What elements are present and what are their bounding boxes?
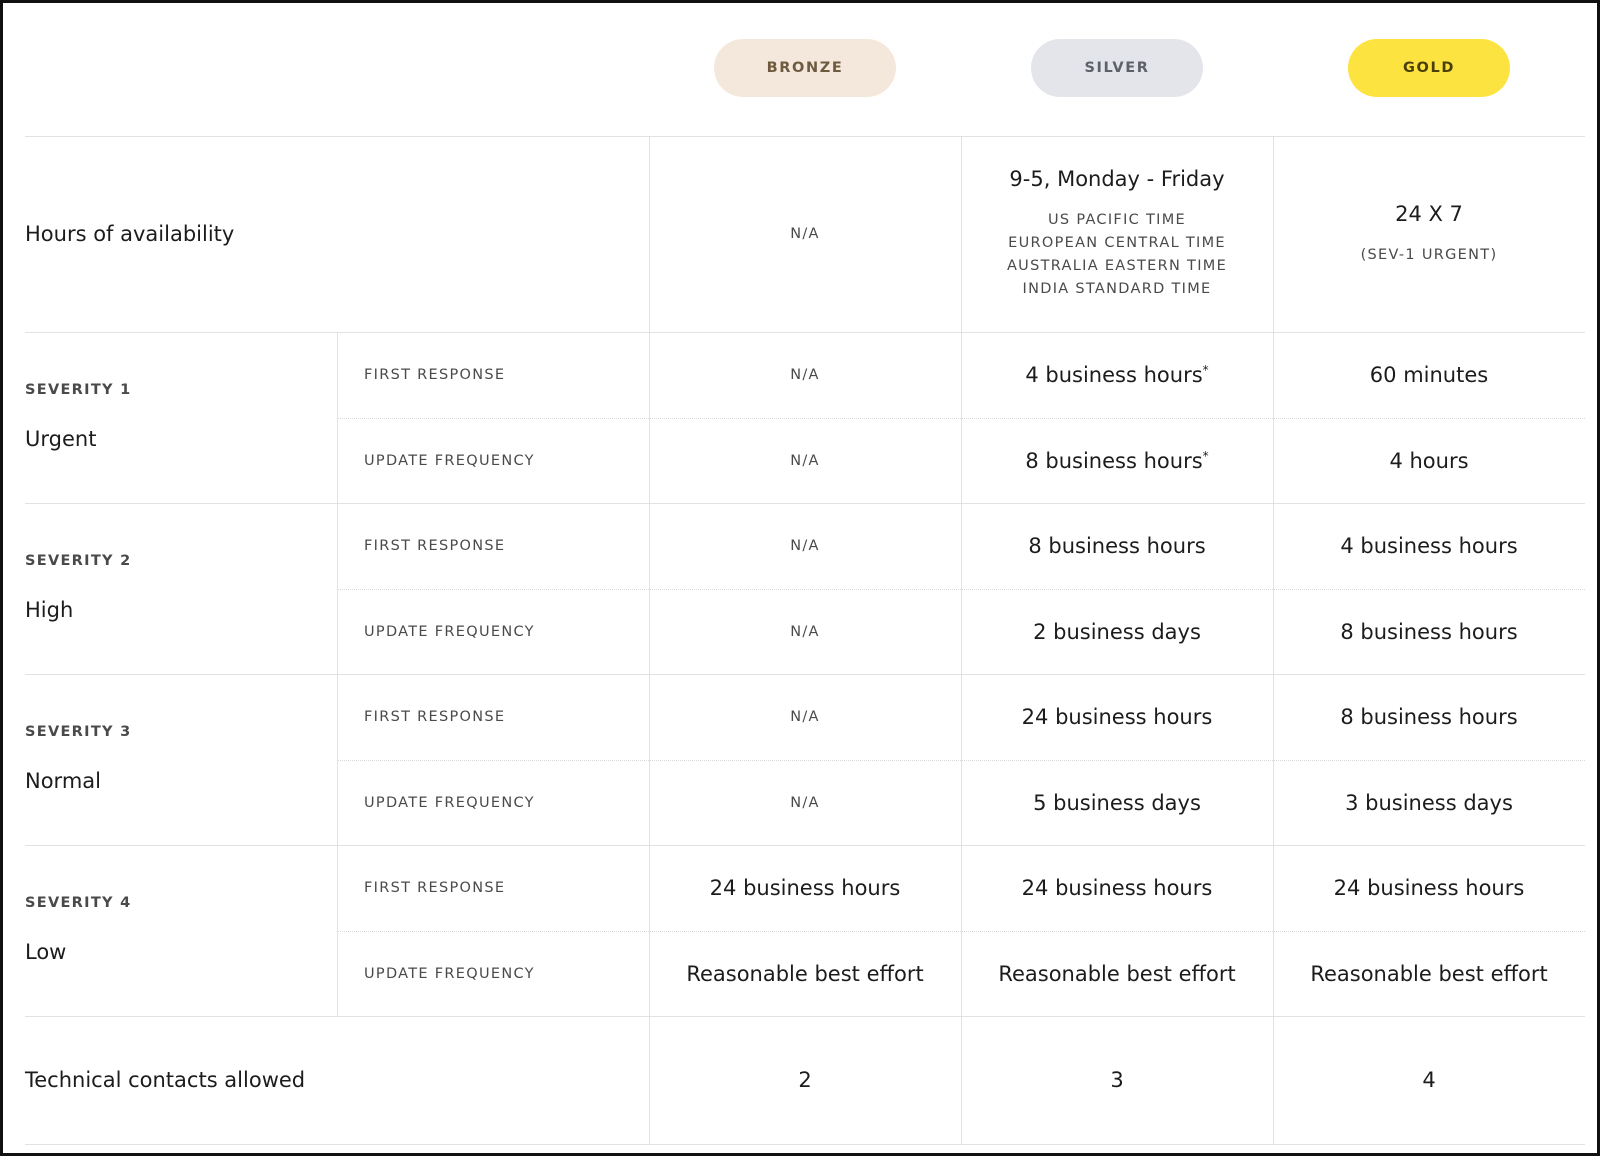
timezone-label: US PACIFIC TIME [1048, 212, 1186, 228]
sev3-first-response-gold: 8 business hours [1273, 674, 1585, 760]
metric-update-frequency: UPDATE FREQUENCY [364, 794, 535, 811]
metric-first-response: FIRST RESPONSE [364, 880, 506, 896]
value: 4 business hours [1025, 363, 1203, 387]
sev3-first-response-bronze: N/A [649, 674, 961, 760]
severity-kicker: SEVERITY 2 [25, 553, 132, 569]
sev4-update-silver: Reasonable best effort [961, 931, 1273, 1016]
value: 8 business hours [1340, 619, 1518, 644]
contacts-silver: 3 [961, 1016, 1273, 1144]
timezone-label: EUROPEAN CENTRAL TIME [1008, 235, 1226, 251]
value: Reasonable best effort [998, 961, 1236, 986]
value: 3 [1110, 1068, 1124, 1092]
na-value: N/A [790, 794, 820, 811]
sev1-update-gold: 4 hours [1273, 418, 1585, 503]
value: Reasonable best effort [1310, 961, 1548, 986]
value: 24 business hours [1021, 876, 1213, 900]
sev2-update-gold: 8 business hours [1273, 589, 1585, 674]
sev4-first-response-gold: 24 business hours [1273, 845, 1585, 931]
na-value: N/A [790, 538, 820, 554]
value: 8 business hours [1028, 534, 1206, 558]
sev3-update-bronze: N/A [649, 760, 961, 845]
column-divider [337, 332, 338, 1016]
sev1-update-silver: 8 business hours* [961, 418, 1273, 503]
availability-bronze: N/A [649, 136, 961, 332]
severity-kicker: SEVERITY 4 [25, 895, 132, 911]
value: 5 business days [1033, 790, 1201, 815]
sev4-first-response-bronze: 24 business hours [649, 845, 961, 931]
sev4-update-gold: Reasonable best effort [1273, 931, 1585, 1016]
sev1-first-response-bronze: N/A [649, 332, 961, 418]
availability-gold: 24 X 7 (SEV-1 URGENT) [1273, 136, 1585, 332]
metric-update-frequency: UPDATE FREQUENCY [364, 623, 535, 640]
sev4-first-response-silver: 24 business hours [961, 845, 1273, 931]
na-value: N/A [790, 623, 820, 640]
footnote-mark: * [1202, 363, 1209, 377]
na-value: N/A [790, 709, 820, 725]
value: 60 minutes [1369, 363, 1489, 387]
value: 8 business hours [1025, 448, 1203, 473]
value: 24 business hours [1021, 705, 1213, 729]
severity-name: Urgent [25, 427, 97, 451]
sev3-first-response-silver: 24 business hours [961, 674, 1273, 760]
divider [25, 1144, 1585, 1145]
tier-badge-gold: GOLD [1348, 39, 1510, 97]
availability-gold-note: (SEV-1 URGENT) [1360, 246, 1498, 263]
severity-kicker: SEVERITY 1 [25, 382, 132, 398]
metric-first-response: FIRST RESPONSE [364, 538, 506, 554]
support-tiers-table: BRONZE SILVER GOLD Hours of availability… [0, 0, 1600, 1156]
metric-update-frequency: UPDATE FREQUENCY [364, 452, 535, 469]
na-value: N/A [790, 452, 820, 469]
metric-first-response: FIRST RESPONSE [364, 367, 506, 383]
na-value: N/A [790, 367, 820, 383]
sev2-first-response-silver: 8 business hours [961, 503, 1273, 589]
value: 24 business hours [709, 876, 901, 900]
severity-name: Normal [25, 769, 101, 793]
sev4-update-bronze: Reasonable best effort [649, 931, 961, 1016]
sev3-update-gold: 3 business days [1273, 760, 1585, 845]
metric-first-response: FIRST RESPONSE [364, 709, 506, 725]
value: 4 business hours [1340, 534, 1518, 558]
sev2-first-response-gold: 4 business hours [1273, 503, 1585, 589]
value: 2 business days [1033, 619, 1201, 644]
availability-silver: 9-5, Monday - Friday US PACIFIC TIME EUR… [961, 136, 1273, 332]
severity-name: Low [25, 940, 67, 964]
availability-gold-hours: 24 X 7 [1395, 201, 1463, 226]
tier-badge-bronze: BRONZE [714, 39, 896, 97]
value-text: 8 business hours* [1025, 449, 1208, 473]
value: 3 business days [1345, 790, 1513, 815]
value: 2 [798, 1068, 812, 1092]
sev2-update-bronze: N/A [649, 589, 961, 674]
na-value: N/A [790, 226, 820, 242]
value: 4 [1422, 1068, 1436, 1092]
row-label-technical-contacts: Technical contacts allowed [25, 1068, 306, 1092]
sev1-update-bronze: N/A [649, 418, 961, 503]
timezone-label: INDIA STANDARD TIME [1022, 281, 1212, 297]
sev2-update-silver: 2 business days [961, 589, 1273, 674]
sev2-first-response-bronze: N/A [649, 503, 961, 589]
sev1-first-response-gold: 60 minutes [1273, 332, 1585, 418]
value: Reasonable best effort [686, 961, 924, 986]
row-label-availability: Hours of availability [25, 222, 235, 246]
severity-kicker: SEVERITY 3 [25, 724, 132, 740]
sev3-update-silver: 5 business days [961, 760, 1273, 845]
availability-silver-hours: 9-5, Monday - Friday [1009, 167, 1225, 191]
sev1-first-response-silver: 4 business hours* [961, 332, 1273, 418]
value: 4 hours [1389, 448, 1469, 473]
value: 8 business hours [1340, 705, 1518, 729]
value: 24 business hours [1333, 876, 1525, 900]
contacts-bronze: 2 [649, 1016, 961, 1144]
contacts-gold: 4 [1273, 1016, 1585, 1144]
footnote-mark: * [1202, 448, 1209, 463]
severity-name: High [25, 598, 74, 622]
timezone-label: AUSTRALIA EASTERN TIME [1006, 258, 1228, 274]
tier-badge-silver: SILVER [1031, 39, 1203, 97]
value-text: 4 business hours* [1025, 363, 1208, 387]
metric-update-frequency: UPDATE FREQUENCY [364, 965, 535, 982]
